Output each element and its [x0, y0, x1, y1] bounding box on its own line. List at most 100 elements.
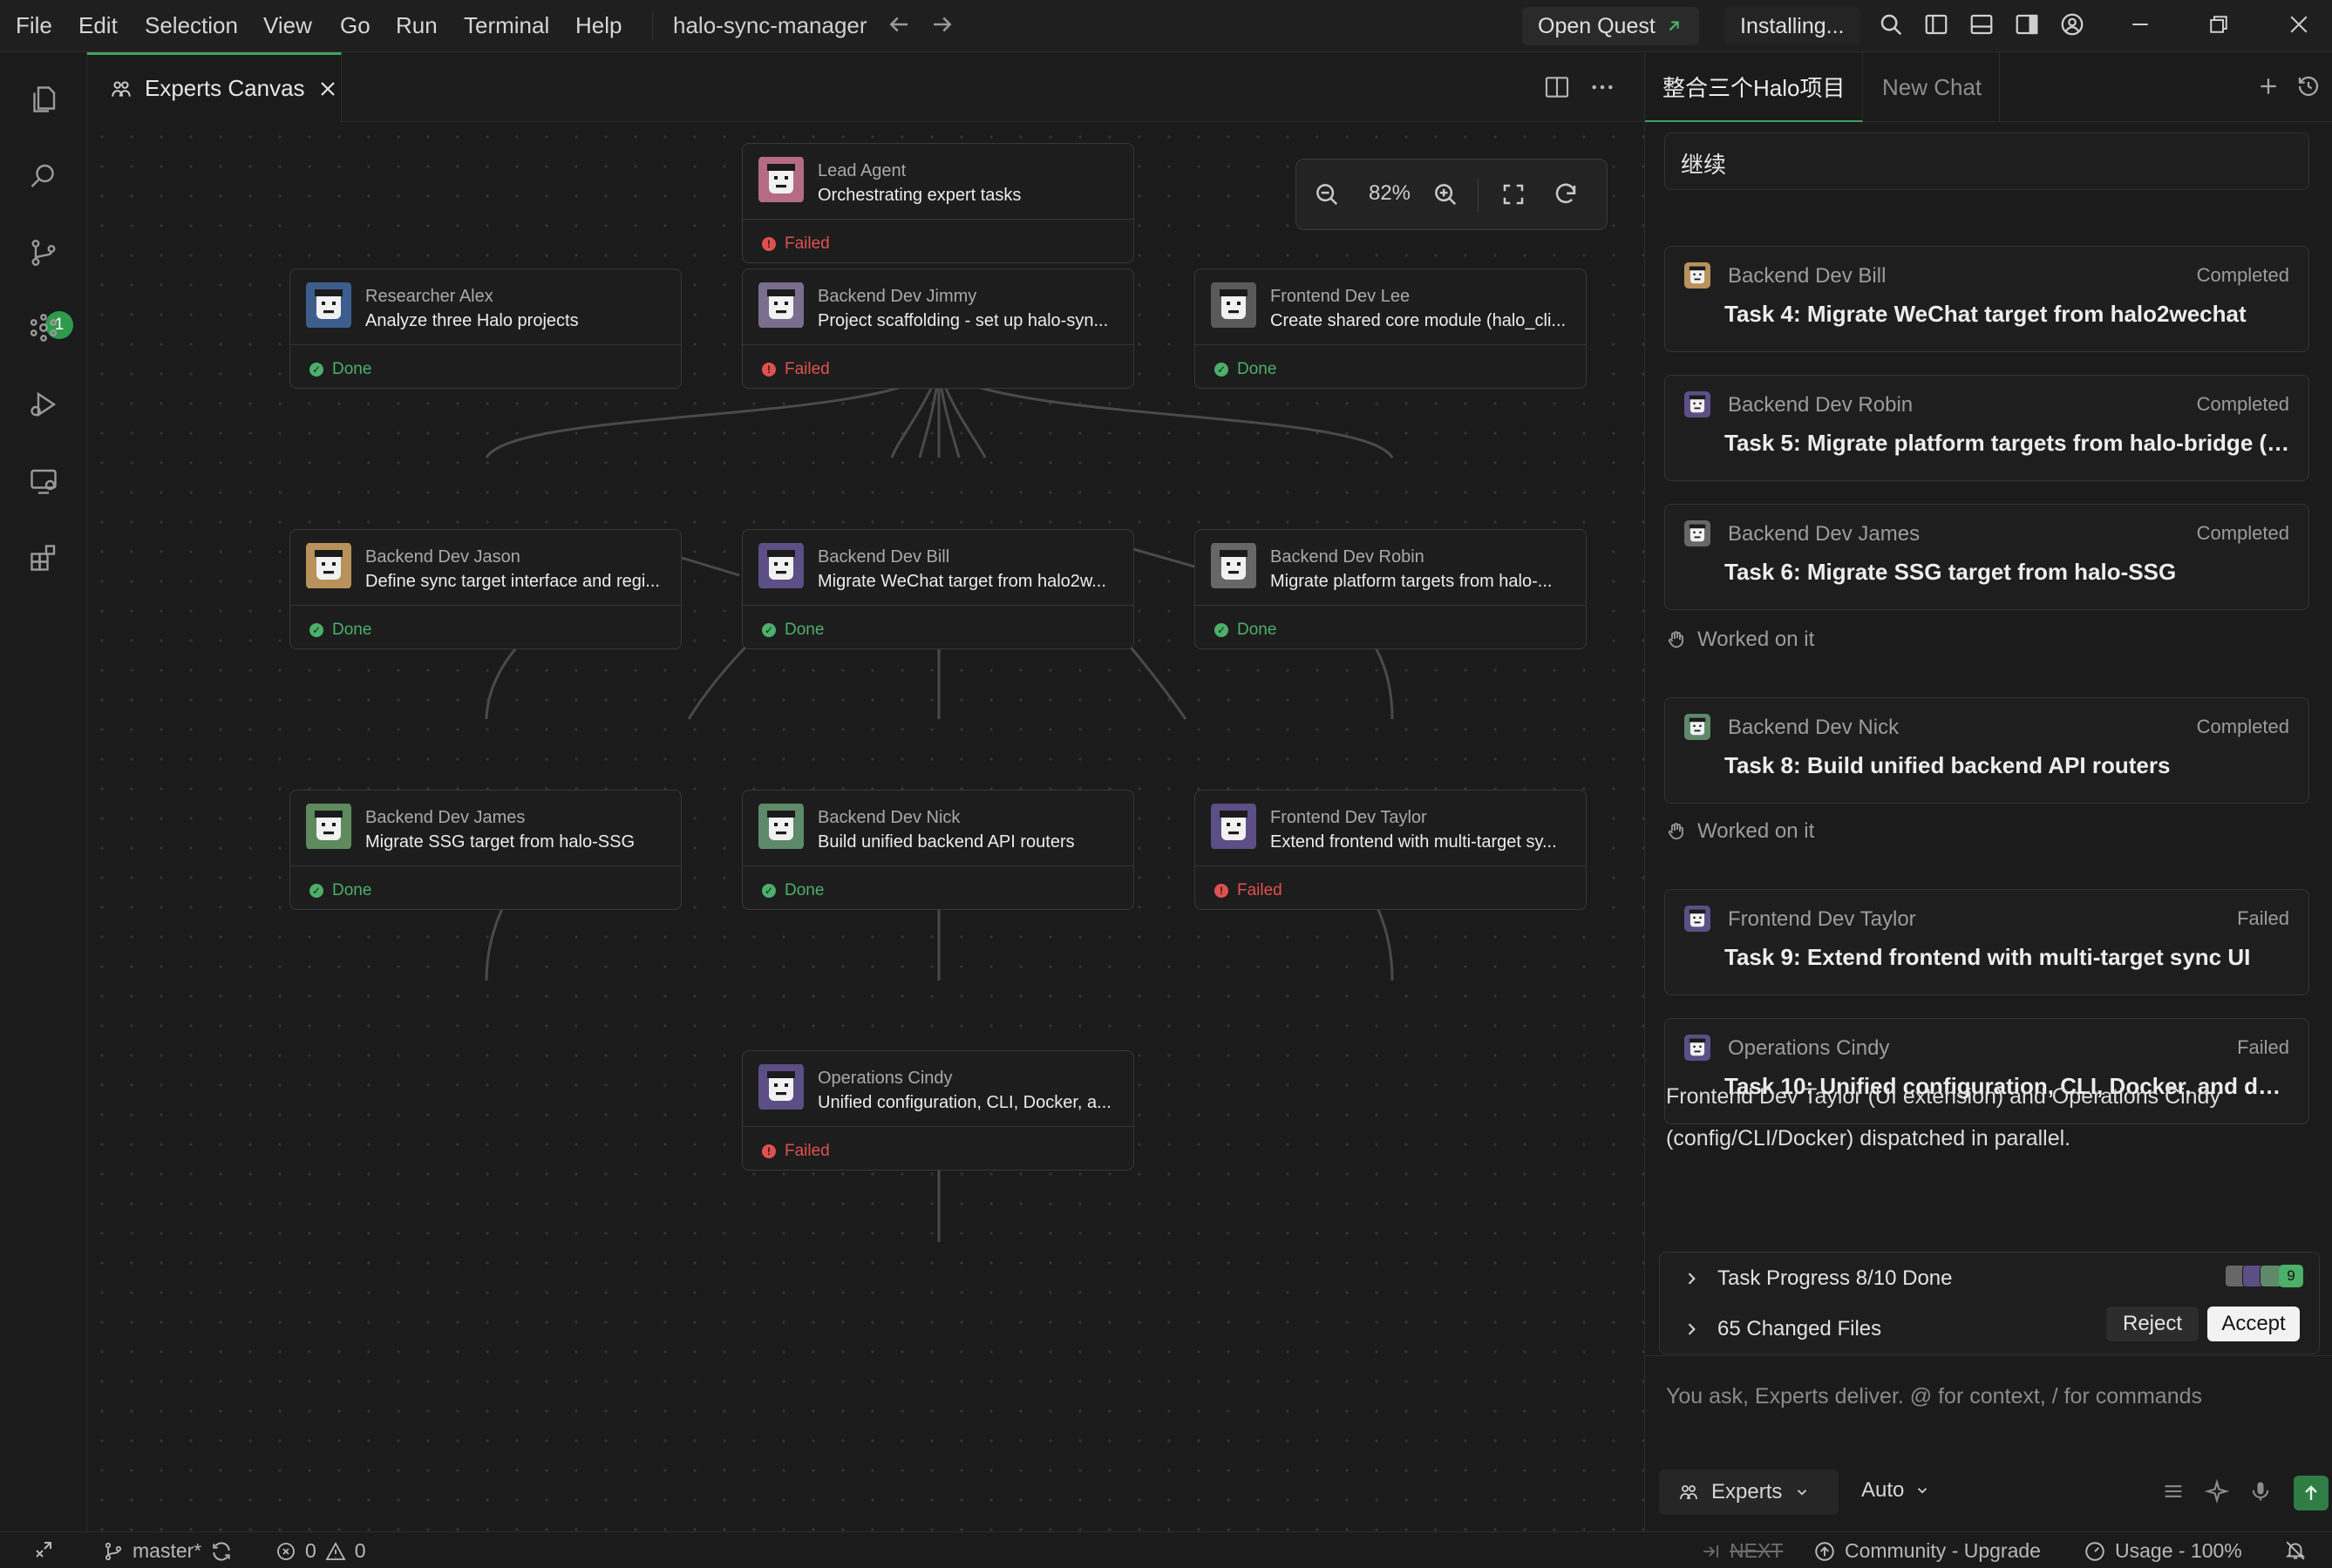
- menu-run[interactable]: Run: [396, 12, 438, 39]
- toggle-sidebar-icon[interactable]: [1923, 11, 1949, 37]
- external-arrow-icon: [1664, 17, 1683, 36]
- agent-node-jason[interactable]: Backend Dev Jason Define sync target inte…: [289, 529, 682, 649]
- remote-explorer-icon[interactable]: [28, 465, 59, 497]
- minimize-icon[interactable]: [2127, 11, 2153, 37]
- tab-experts-canvas[interactable]: Experts Canvas: [87, 52, 342, 122]
- problems-indicator[interactable]: 0 0: [275, 1539, 366, 1563]
- zoom-level: 82%: [1368, 181, 1411, 205]
- node-divider: [743, 605, 1133, 606]
- menu-terminal[interactable]: Terminal: [464, 12, 549, 39]
- context-list-icon[interactable]: [2161, 1479, 2187, 1505]
- agent-node-bill[interactable]: Backend Dev Bill Migrate WeChat target fr…: [742, 529, 1134, 649]
- sync-icon[interactable]: [210, 1540, 233, 1563]
- agent-node-lead[interactable]: Lead Agent Orchestrating expert tasks! Fai…: [742, 143, 1134, 263]
- forward-arrow-icon[interactable]: [929, 11, 955, 37]
- card-task-title: Task 9: Extend frontend with multi-targe…: [1724, 944, 2251, 970]
- task-card[interactable]: Backend Dev Bill Completed Task 4: Migrate…: [1664, 246, 2309, 352]
- sparkle-icon[interactable]: [2205, 1479, 2231, 1505]
- close-window-icon[interactable]: [2286, 11, 2312, 37]
- changed-files-row[interactable]: 65 Changed Files: [1683, 1317, 1881, 1341]
- explorer-icon[interactable]: [28, 84, 59, 115]
- alert-circle-icon: !: [762, 363, 776, 377]
- chat-tab-active[interactable]: 整合三个Halo项目: [1645, 52, 1864, 122]
- installing-status[interactable]: Installing...: [1724, 7, 1860, 45]
- new-chat-plus-icon[interactable]: [2255, 73, 2281, 99]
- task-card[interactable]: Frontend Dev Taylor Failed Task 9: Extend …: [1664, 889, 2309, 995]
- node-divider: [1195, 865, 1586, 866]
- open-quest-button[interactable]: Open Quest: [1522, 7, 1699, 45]
- agent-role: Backend Dev Robin: [1270, 547, 1424, 567]
- agent-node-james[interactable]: Backend Dev James Migrate SSG target from…: [289, 790, 682, 910]
- agent-task: Build unified backend API routers: [818, 832, 1075, 852]
- remote-icon[interactable]: [33, 1539, 54, 1560]
- agent-task: Migrate platform targets from halo-...: [1270, 572, 1553, 591]
- agent-role: Operations Cindy: [818, 1069, 953, 1088]
- model-selector[interactable]: Auto: [1861, 1478, 1930, 1503]
- task-card[interactable]: Backend Dev James Completed Task 6: Migrat…: [1664, 504, 2309, 610]
- send-button[interactable]: [2294, 1476, 2329, 1510]
- menu-file[interactable]: File: [16, 12, 52, 39]
- worked-label: Worked on it: [1697, 628, 1815, 651]
- accept-button[interactable]: Accept: [2207, 1307, 2300, 1341]
- agent-role: Researcher Alex: [365, 287, 493, 306]
- source-control-icon[interactable]: [28, 237, 59, 268]
- search-icon[interactable]: [1878, 11, 1904, 37]
- task-progress-row[interactable]: Task Progress 8/10 Done: [1683, 1266, 1953, 1291]
- menu-view[interactable]: View: [263, 12, 312, 39]
- menu-help[interactable]: Help: [575, 12, 622, 39]
- experts-canvas[interactable]: 82% Lead Agent Orchestrating expert tasks…: [87, 122, 1644, 1531]
- agent-avatar: [1684, 1035, 1710, 1061]
- split-editor-icon[interactable]: [1543, 73, 1571, 101]
- account-icon[interactable]: [2059, 11, 2085, 37]
- chat-tab-new[interactable]: New Chat: [1865, 52, 2001, 122]
- menu-go[interactable]: Go: [340, 12, 371, 39]
- branch-indicator[interactable]: master*: [103, 1539, 233, 1563]
- menu-edit[interactable]: Edit: [78, 12, 118, 39]
- menu-selection[interactable]: Selection: [145, 12, 238, 39]
- fit-view-icon[interactable]: [1500, 181, 1528, 209]
- agent-node-lee[interactable]: Frontend Dev Lee Create shared core modul…: [1194, 268, 1587, 389]
- status-label: Done: [332, 881, 372, 899]
- status-badge: ✓ Done: [309, 360, 371, 379]
- agent-node-taylor[interactable]: Frontend Dev Taylor Extend frontend with …: [1194, 790, 1587, 910]
- zoom-out-icon[interactable]: [1314, 181, 1342, 209]
- worked-on-it-1[interactable]: Worked on it: [1666, 628, 1814, 652]
- agent-node-jimmy[interactable]: Backend Dev Jimmy Project scaffolding - s…: [742, 268, 1134, 389]
- mode-selector[interactable]: Experts: [1659, 1470, 1839, 1515]
- task-card[interactable]: Backend Dev Robin Completed Task 5: Migrat…: [1664, 375, 2309, 481]
- extensions-icon[interactable]: [28, 542, 59, 574]
- back-arrow-icon[interactable]: [886, 11, 912, 37]
- agent-node-robin[interactable]: Backend Dev Robin Migrate platform target…: [1194, 529, 1587, 649]
- restore-icon[interactable]: [2206, 11, 2232, 37]
- next-indicator[interactable]: NEXT: [1700, 1539, 1783, 1563]
- search-view-icon[interactable]: [28, 160, 59, 192]
- close-tab-icon[interactable]: [317, 78, 338, 99]
- usage-indicator[interactable]: Usage - 100%: [2084, 1539, 2242, 1563]
- card-status: Completed: [2196, 716, 2289, 737]
- task-card[interactable]: Backend Dev Nick Completed Task 8: Build u…: [1664, 697, 2309, 804]
- agent-node-nick[interactable]: Backend Dev Nick Build unified backend AP…: [742, 790, 1134, 910]
- zoom-in-icon[interactable]: [1432, 181, 1460, 209]
- card-task-title: Task 4: Migrate WeChat target from halo2…: [1724, 301, 2247, 327]
- chat-input[interactable]: [1664, 1370, 2309, 1422]
- status-badge: ✓ Done: [1214, 360, 1276, 379]
- refresh-icon[interactable]: [1553, 181, 1581, 209]
- experts-icon[interactable]: [28, 312, 59, 343]
- community-upgrade[interactable]: Community - Upgrade: [1813, 1539, 2041, 1563]
- toggle-secondary-sidebar-icon[interactable]: [2014, 11, 2040, 37]
- agent-node-cindy[interactable]: Operations Cindy Unified configuration, C…: [742, 1050, 1134, 1171]
- model-label: Auto: [1861, 1478, 1905, 1502]
- notifications-bell-icon[interactable]: [2284, 1539, 2307, 1562]
- experts-mode-icon: [1678, 1482, 1699, 1503]
- worked-on-it-2[interactable]: Worked on it: [1666, 819, 1814, 844]
- toggle-panel-icon[interactable]: [1968, 11, 1995, 37]
- microphone-icon[interactable]: [2248, 1479, 2274, 1505]
- reject-button[interactable]: Reject: [2106, 1307, 2199, 1341]
- agent-node-alex[interactable]: Researcher Alex Analyze three Halo projec…: [289, 268, 682, 389]
- history-icon[interactable]: [2295, 73, 2322, 99]
- more-actions-icon[interactable]: [1588, 73, 1616, 101]
- agent-avatar: [1684, 262, 1710, 288]
- run-debug-icon[interactable]: [28, 389, 59, 420]
- agent-avatar: [1684, 520, 1710, 546]
- branch-name: master*: [133, 1539, 202, 1562]
